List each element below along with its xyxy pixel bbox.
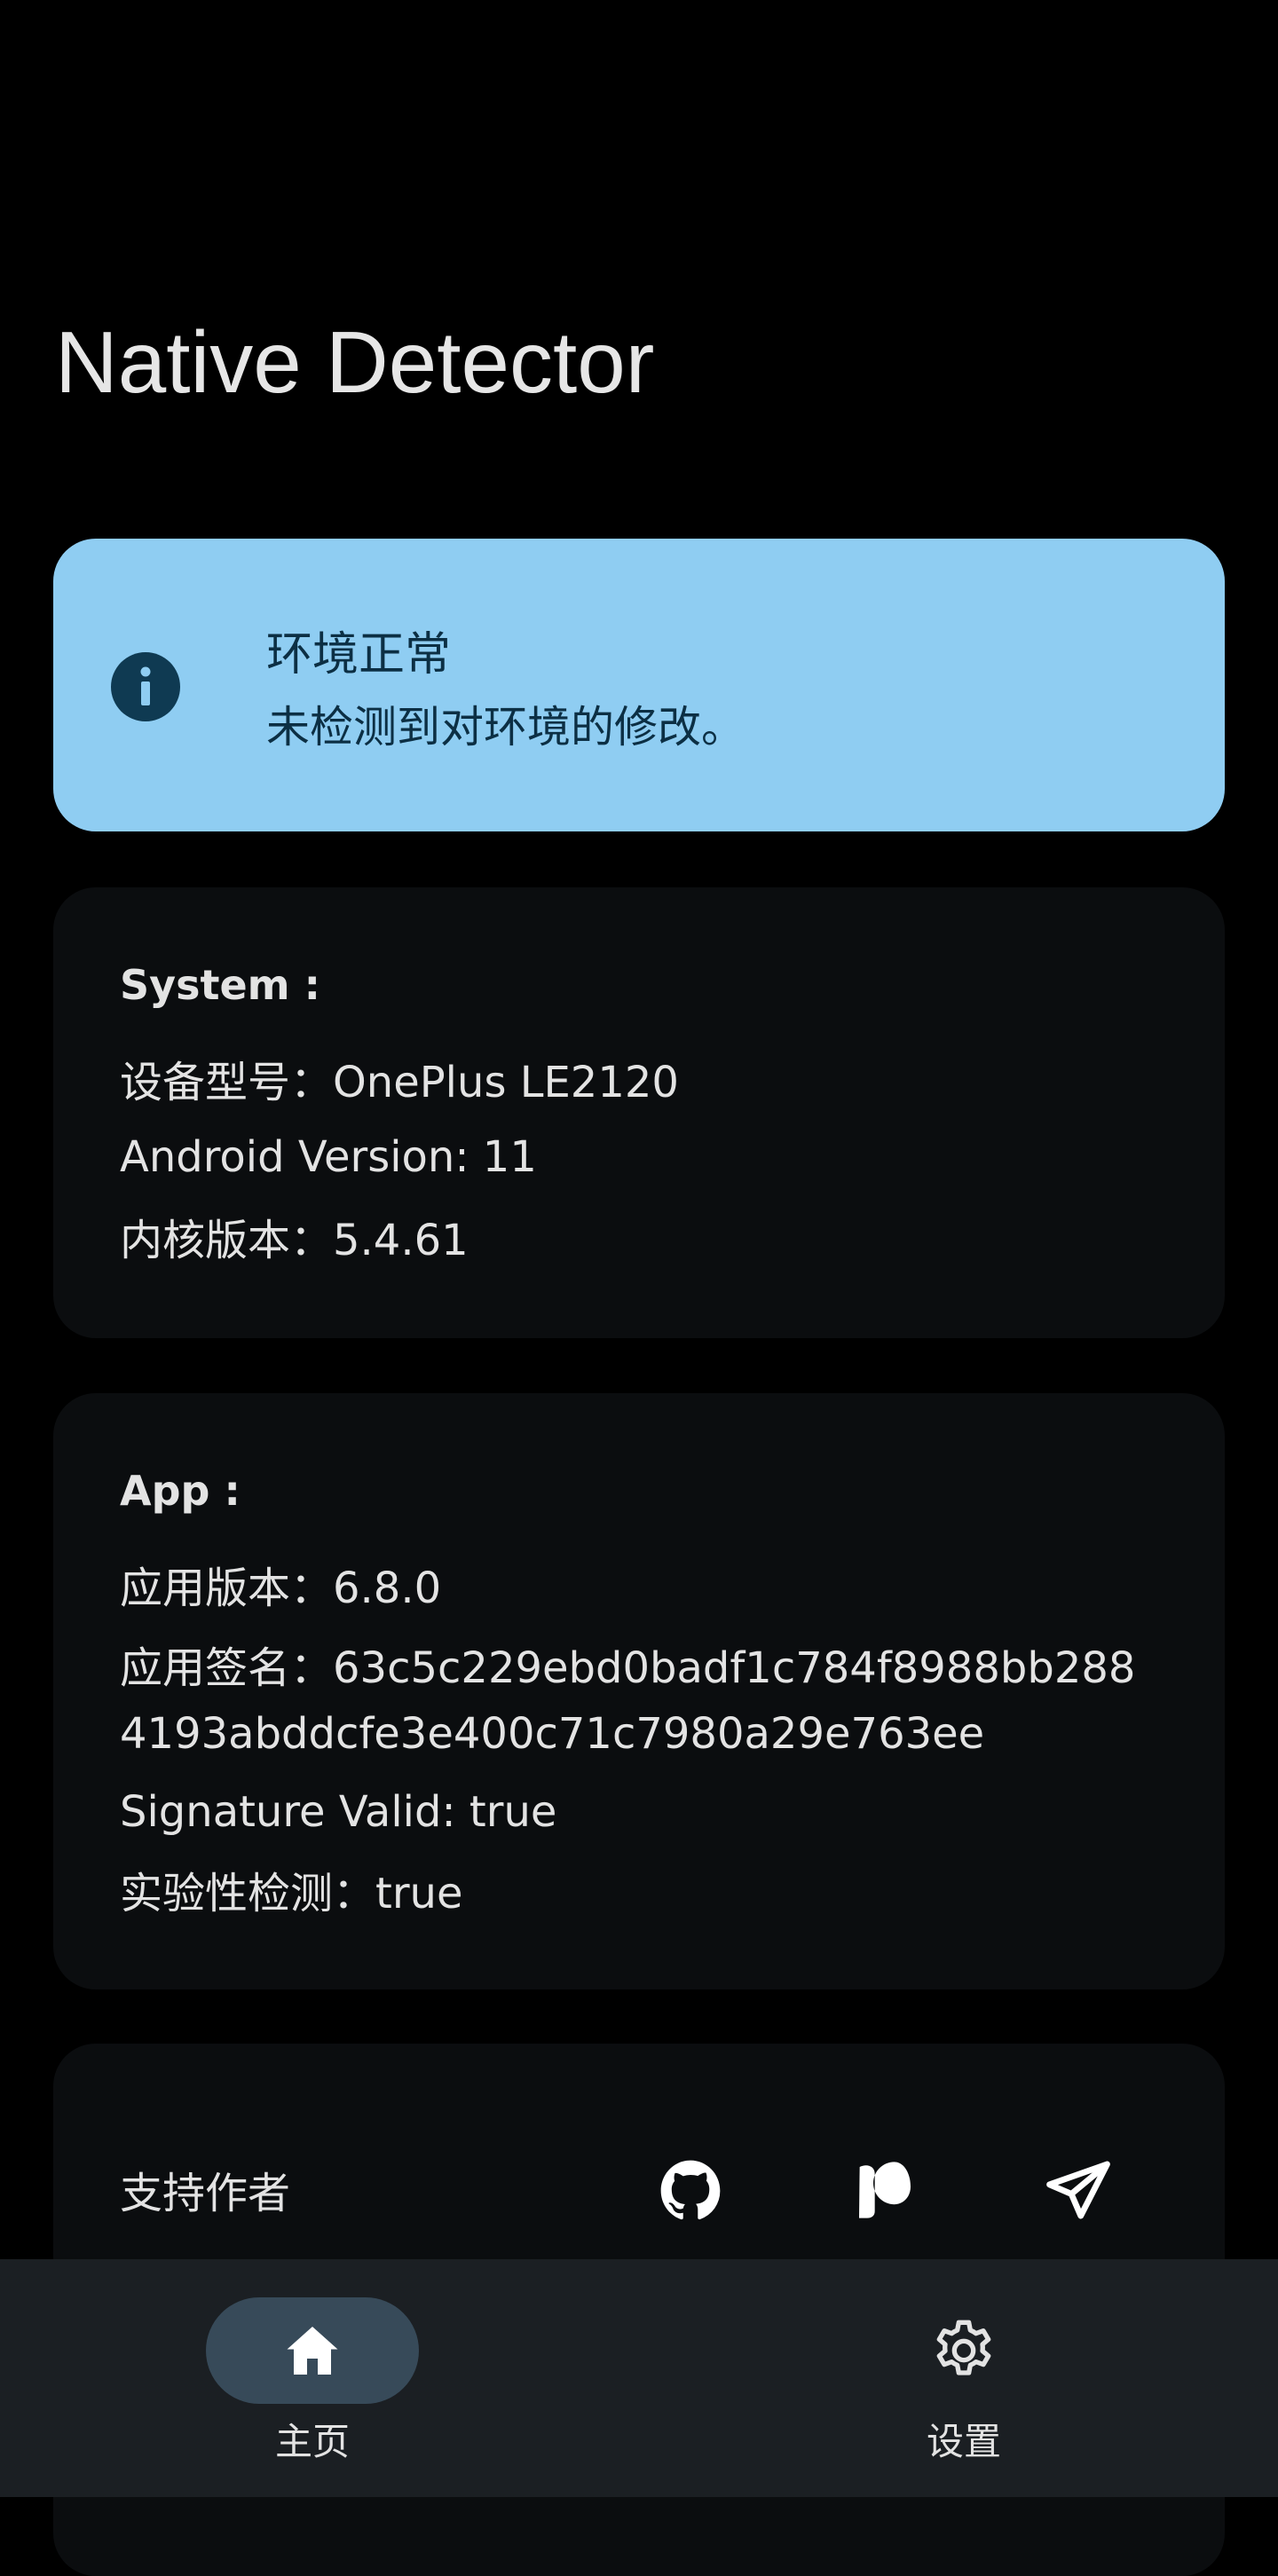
status-card bbox=[53, 539, 1225, 831]
status-title: 环境正常 bbox=[266, 628, 452, 681]
nav-home-button[interactable] bbox=[206, 2297, 419, 2404]
app-signature-line-2: 4193abddcfe3e400c71c7980a29e763ee bbox=[120, 1709, 985, 1759]
telegram-icon[interactable] bbox=[1025, 2137, 1132, 2243]
experimental-detection: 实验性检测：true bbox=[120, 1869, 463, 1918]
android-version: Android Version: 11 bbox=[120, 1132, 537, 1182]
app-signature-line-1: 应用签名：63c5c229ebd0badf1c784f8988bb288 bbox=[120, 1643, 1136, 1693]
gear-icon bbox=[936, 2320, 991, 2375]
page-title: Native Detector bbox=[55, 313, 655, 411]
app-version: 应用版本：6.8.0 bbox=[120, 1564, 442, 1613]
support-author-label: 支持作者 bbox=[120, 2169, 291, 2218]
kernel-version: 内核版本：5.4.61 bbox=[120, 1216, 469, 1265]
nav-home-label[interactable]: 主页 bbox=[206, 2415, 419, 2469]
app-heading: App : bbox=[120, 1467, 241, 1515]
nav-settings-button[interactable] bbox=[911, 2297, 1017, 2404]
bottom-navigation bbox=[0, 2259, 1278, 2497]
signature-valid: Signature Valid: true bbox=[120, 1787, 557, 1837]
system-heading: System : bbox=[120, 961, 321, 1009]
info-icon bbox=[111, 652, 180, 721]
status-subtitle: 未检测到对环境的修改。 bbox=[266, 702, 746, 752]
patreon-icon[interactable] bbox=[832, 2137, 938, 2243]
nav-settings-label[interactable]: 设置 bbox=[857, 2415, 1070, 2469]
device-model: 设备型号：OnePlus LE2120 bbox=[120, 1058, 679, 1107]
home-icon bbox=[287, 2327, 338, 2375]
github-icon[interactable] bbox=[637, 2137, 744, 2243]
